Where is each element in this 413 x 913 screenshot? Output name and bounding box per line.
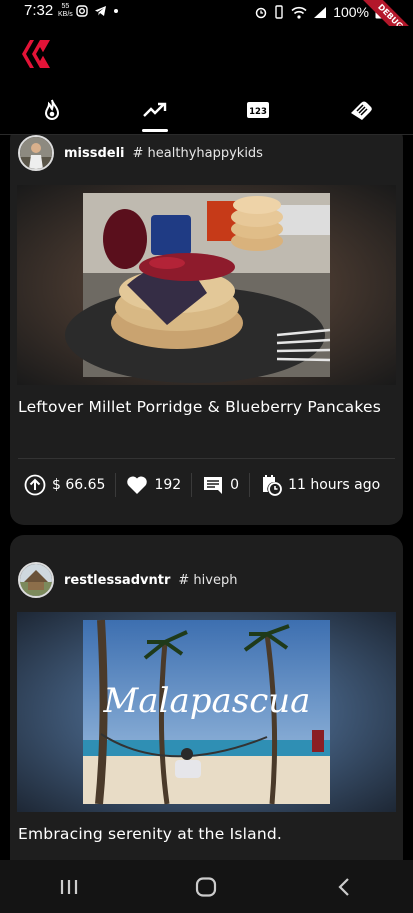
app-bar: 123 <box>0 26 413 134</box>
tab-communities[interactable] <box>310 86 413 134</box>
time-stat: 11 hours ago <box>249 473 390 497</box>
post-thumbnail[interactable]: Malapascua <box>17 612 396 812</box>
post-title[interactable]: Leftover Millet Porridge & Blueberry Pan… <box>18 395 388 419</box>
comments-count: 0 <box>230 477 240 493</box>
flame-icon <box>44 99 59 120</box>
back-button[interactable] <box>314 867 374 907</box>
post-card[interactable]: restlessadvntr # hiveph Malapascua Embra… <box>10 535 403 860</box>
post-community[interactable]: # hiveph <box>178 573 237 588</box>
home-button[interactable] <box>176 867 236 907</box>
dot-icon <box>114 9 118 13</box>
recents-button[interactable] <box>39 867 99 907</box>
tab-trending[interactable] <box>103 86 206 134</box>
post-header: restlessadvntr # hiveph <box>18 561 237 599</box>
svg-text:123: 123 <box>249 107 267 117</box>
comment-icon <box>204 477 223 494</box>
alarm-icon <box>255 7 267 19</box>
post-author[interactable]: missdeli <box>64 146 125 161</box>
back-icon <box>338 877 349 896</box>
trending-icon <box>143 102 167 117</box>
recents-icon <box>60 879 77 894</box>
upvote-icon <box>24 474 46 496</box>
comments-stat[interactable]: 0 <box>191 473 249 497</box>
post-title[interactable]: Embracing serenity at the Island. <box>18 822 388 846</box>
status-time: 7:32 <box>24 2 54 19</box>
telegram-icon <box>95 6 106 16</box>
post-community[interactable]: # healthyhappykids <box>133 146 263 161</box>
post-stats: $ 66.65 192 0 11 hours ago <box>18 468 395 502</box>
calendar-clock-icon <box>263 475 282 496</box>
stats-divider <box>18 458 395 459</box>
votes-count: 192 <box>154 477 182 493</box>
tab-hot[interactable] <box>0 86 103 134</box>
communities-icon <box>351 101 373 120</box>
signal-icon <box>314 6 327 18</box>
payout-stat[interactable]: $ 66.65 <box>18 473 115 497</box>
post-thumbnail[interactable] <box>17 185 396 385</box>
feed-tabs: 123 <box>0 86 413 134</box>
network-speed: 55 KB/s <box>58 3 73 18</box>
heart-icon <box>127 476 148 494</box>
battery-percent: 100% <box>333 4 369 20</box>
avatar[interactable] <box>18 135 54 171</box>
tab-new[interactable]: 123 <box>207 86 310 134</box>
home-icon <box>196 876 217 897</box>
payout-value: $ 66.65 <box>52 477 106 493</box>
wifi-icon <box>291 6 307 19</box>
hive-logo-icon[interactable] <box>18 38 54 74</box>
instagram-icon <box>76 5 88 17</box>
post-feed[interactable]: missdeli # healthyhappykids Leftover Mil… <box>0 135 413 860</box>
vibrate-icon <box>275 5 283 19</box>
post-header: missdeli # healthyhappykids <box>18 135 263 172</box>
image-overlay-text: Malapascua <box>103 681 311 721</box>
post-time: 11 hours ago <box>288 477 381 493</box>
system-nav-bar <box>0 860 413 913</box>
post-author[interactable]: restlessadvntr <box>64 573 170 588</box>
status-bar: 7:32 55 KB/s 100% DEBUG <box>0 0 413 54</box>
avatar[interactable] <box>18 562 54 598</box>
post-card[interactable]: missdeli # healthyhappykids Leftover Mil… <box>10 135 403 525</box>
numbers-123-icon: 123 <box>247 102 270 118</box>
votes-stat[interactable]: 192 <box>115 473 191 497</box>
